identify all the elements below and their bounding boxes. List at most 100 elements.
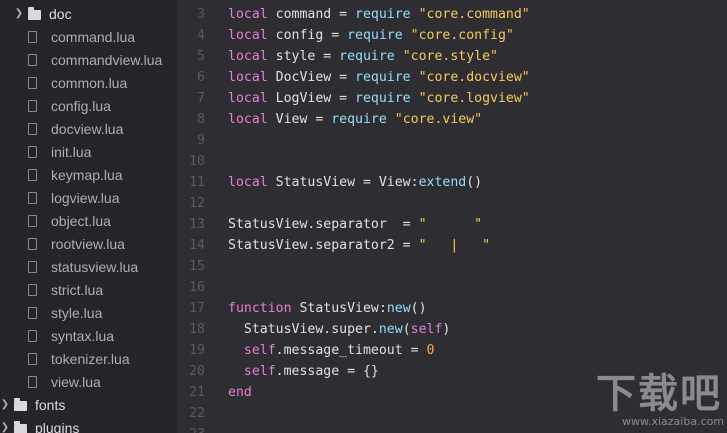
code-token: require xyxy=(355,70,411,85)
sidebar-file[interactable]: common.lua xyxy=(0,71,177,94)
tree-item-label: fonts xyxy=(35,396,66,413)
code-token: function xyxy=(228,301,292,316)
code-token: .message_timeout = xyxy=(275,343,427,358)
sidebar-file[interactable]: logview.lua xyxy=(0,186,177,209)
sidebar-file[interactable]: docview.lua xyxy=(0,117,177,140)
code-line[interactable]: 10 xyxy=(177,151,727,172)
code-token: local xyxy=(228,91,268,106)
sidebar-file[interactable]: keymap.lua xyxy=(0,163,177,186)
code-line[interactable]: 11 local StatusView = View:extend() xyxy=(177,172,727,193)
line-number: 7 xyxy=(197,91,205,106)
line-number: 15 xyxy=(189,259,205,274)
line-number: 3 xyxy=(197,7,205,22)
tree-item-label: style.lua xyxy=(51,304,103,321)
sidebar-folder[interactable]: ❯ doc xyxy=(0,2,177,25)
line-number: 12 xyxy=(189,196,205,211)
sidebar-file[interactable]: init.lua xyxy=(0,140,177,163)
tree-item-label: command.lua xyxy=(51,28,136,45)
code-text: StatusView.separator2 = " | " xyxy=(228,235,490,256)
line-number: 22 xyxy=(189,406,205,421)
code-line[interactable]: 12 xyxy=(177,193,727,214)
code-token: " " xyxy=(418,217,483,232)
sidebar-file[interactable]: statusview.lua xyxy=(0,255,177,278)
code-line[interactable]: 4 local config = require "core.config" xyxy=(177,25,727,46)
code-token: end xyxy=(228,385,252,400)
tree-item-label: logview.lua xyxy=(51,189,120,206)
file-icon xyxy=(28,168,37,181)
chevron-right-icon[interactable]: ❯ xyxy=(0,399,10,410)
tree-item-label: statusview.lua xyxy=(51,258,139,275)
code-editor[interactable]: 3 local command = require "core.command" 4… xyxy=(177,0,727,433)
line-number: 11 xyxy=(189,175,205,190)
code-text: end xyxy=(228,382,252,403)
sidebar-file[interactable]: tokenizer.lua xyxy=(0,347,177,370)
sidebar-file[interactable]: object.lua xyxy=(0,209,177,232)
line-number: 16 xyxy=(189,280,205,295)
code-line[interactable]: 17 function StatusView:new() xyxy=(177,298,727,319)
tree-item-label: view.lua xyxy=(51,373,101,390)
file-icon xyxy=(28,260,37,273)
sidebar-file[interactable]: view.lua xyxy=(0,370,177,393)
code-line[interactable]: 14 StatusView.separator2 = " | " xyxy=(177,235,727,256)
tree-item-label: tokenizer.lua xyxy=(51,350,130,367)
code-text: local command = require "core.command" xyxy=(228,4,530,25)
code-token: LogView = xyxy=(267,91,356,106)
line-number: 14 xyxy=(189,238,205,253)
sidebar-folder[interactable]: ❯ fonts xyxy=(0,393,177,416)
code-line[interactable]: 3 local command = require "core.command" xyxy=(177,4,727,25)
line-number: 19 xyxy=(189,343,205,358)
sidebar-file[interactable]: commandview.lua xyxy=(0,48,177,71)
code-text: local style = require "core.style" xyxy=(228,46,498,67)
code-line[interactable]: 15 xyxy=(177,256,727,277)
tree-item-label: object.lua xyxy=(51,212,111,229)
code-token: StatusView = View: xyxy=(267,175,419,190)
code-line[interactable]: 9 xyxy=(177,130,727,151)
file-icon xyxy=(28,214,37,227)
file-icon xyxy=(28,352,37,365)
code-token: DocView = xyxy=(267,70,356,85)
code-token: require xyxy=(331,112,387,127)
code-line[interactable]: 16 xyxy=(177,277,727,298)
code-line[interactable]: 18 StatusView.super.new(self) xyxy=(177,319,727,340)
sidebar-file[interactable]: command.lua xyxy=(0,25,177,48)
code-text: local DocView = require "core.docview" xyxy=(228,67,530,88)
code-token: self xyxy=(243,343,276,358)
line-number: 4 xyxy=(197,28,205,43)
code-token: command = xyxy=(267,7,356,22)
chevron-right-icon[interactable]: ❯ xyxy=(0,422,10,433)
code-line[interactable]: 19 self.message_timeout = 0 xyxy=(177,340,727,361)
file-icon xyxy=(28,375,37,388)
code-line[interactable]: 6 local DocView = require "core.docview" xyxy=(177,67,727,88)
code-token: new xyxy=(378,322,403,337)
sidebar-file[interactable]: config.lua xyxy=(0,94,177,117)
code-token: "core.command" xyxy=(418,7,530,22)
sidebar-file[interactable]: style.lua xyxy=(0,301,177,324)
file-icon xyxy=(28,30,37,43)
code-line[interactable]: 13 StatusView.separator = " " xyxy=(177,214,727,235)
tree-item-label: commandview.lua xyxy=(51,51,163,68)
code-token: style = xyxy=(267,49,340,64)
file-icon xyxy=(28,191,37,204)
chevron-right-icon[interactable]: ❯ xyxy=(14,8,24,19)
line-number: 21 xyxy=(189,385,205,400)
code-text: function StatusView:new() xyxy=(228,298,427,319)
tree-item-label: plugins xyxy=(35,419,80,433)
sidebar-file[interactable]: rootview.lua xyxy=(0,232,177,255)
code-line[interactable]: 5 local style = require "core.style" xyxy=(177,46,727,67)
sidebar-file[interactable]: syntax.lua xyxy=(0,324,177,347)
line-number: 23 xyxy=(177,424,205,433)
code-token: () xyxy=(410,301,427,316)
code-token: StatusView: xyxy=(291,301,387,316)
code-token: ( xyxy=(402,322,411,337)
code-line[interactable]: 7 local LogView = require "core.logview" xyxy=(177,88,727,109)
file-icon xyxy=(28,237,37,250)
code-token: require xyxy=(347,28,403,43)
sidebar-file[interactable]: strict.lua xyxy=(0,278,177,301)
file-icon xyxy=(28,329,37,342)
sidebar-folder[interactable]: ❯ plugins xyxy=(0,416,177,433)
code-line[interactable]: 8 local View = require "core.view" xyxy=(177,109,727,130)
code-token: config = xyxy=(267,28,348,43)
